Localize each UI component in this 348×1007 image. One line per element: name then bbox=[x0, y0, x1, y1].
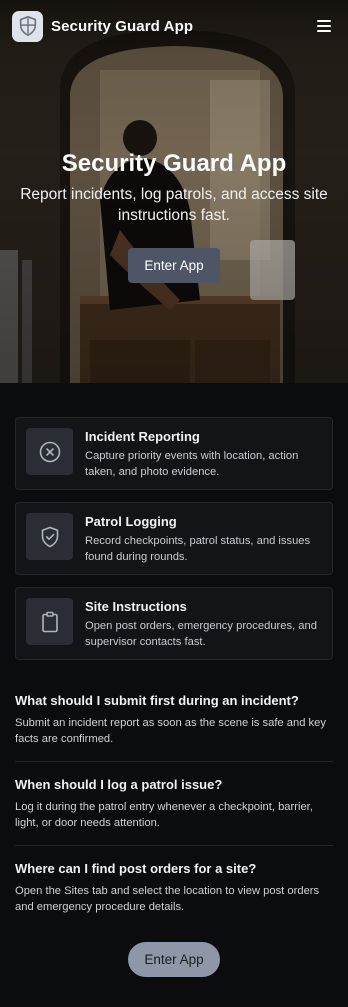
faq-question[interactable]: When should I log a patrol issue? bbox=[15, 776, 333, 794]
faq-answer: Open the Sites tab and select the locati… bbox=[15, 885, 320, 913]
feature-card-patrol-logging: Patrol Logging Record checkpoints, patro… bbox=[15, 502, 333, 575]
feature-card-site-instructions: Site Instructions Open post orders, emer… bbox=[15, 587, 333, 660]
feature-description: Capture priority events with location, a… bbox=[85, 450, 299, 478]
faq-answer: Submit an incident report as soon as the… bbox=[15, 717, 326, 745]
enter-app-button[interactable]: Enter App bbox=[128, 248, 220, 283]
hero-section: Security Guard App Security Guard App Re… bbox=[0, 0, 348, 383]
feature-card-incident-reporting: Incident Reporting Capture priority even… bbox=[15, 417, 333, 490]
clipboard-icon bbox=[26, 598, 73, 645]
faq-item[interactable]: Where can I find post orders for a site?… bbox=[15, 860, 333, 929]
hero-subtitle: Report incidents, log patrols, and acces… bbox=[20, 186, 328, 224]
feature-title: Incident Reporting bbox=[85, 429, 200, 444]
top-navigation-bar: Security Guard App bbox=[0, 0, 348, 52]
shield-check-icon bbox=[26, 513, 73, 560]
bottom-enter-app-button[interactable]: Enter App bbox=[128, 942, 220, 977]
faq-section: What should I submit first during an inc… bbox=[15, 692, 333, 943]
hamburger-menu-icon[interactable] bbox=[312, 14, 336, 38]
feature-description: Record checkpoints, patrol status, and i… bbox=[85, 535, 311, 563]
feature-title: Site Instructions bbox=[85, 599, 187, 614]
hero-title: Security Guard App bbox=[61, 150, 287, 177]
shield-icon[interactable] bbox=[12, 10, 43, 42]
app-name[interactable]: Security Guard App bbox=[51, 18, 193, 35]
feature-title: Patrol Logging bbox=[85, 514, 177, 529]
x-circle-icon bbox=[26, 428, 73, 475]
faq-item[interactable]: When should I log a patrol issue? Log it… bbox=[15, 776, 333, 846]
faq-answer: Log it during the patrol entry whenever … bbox=[15, 801, 313, 829]
features-list: Incident Reporting Capture priority even… bbox=[15, 417, 333, 672]
feature-description: Open post orders, emergency procedures, … bbox=[85, 620, 317, 648]
hero-content: Security Guard App Report incidents, log… bbox=[0, 148, 348, 283]
faq-question[interactable]: Where can I find post orders for a site? bbox=[15, 860, 333, 878]
faq-item[interactable]: What should I submit first during an inc… bbox=[15, 692, 333, 762]
faq-question[interactable]: What should I submit first during an inc… bbox=[15, 692, 333, 710]
